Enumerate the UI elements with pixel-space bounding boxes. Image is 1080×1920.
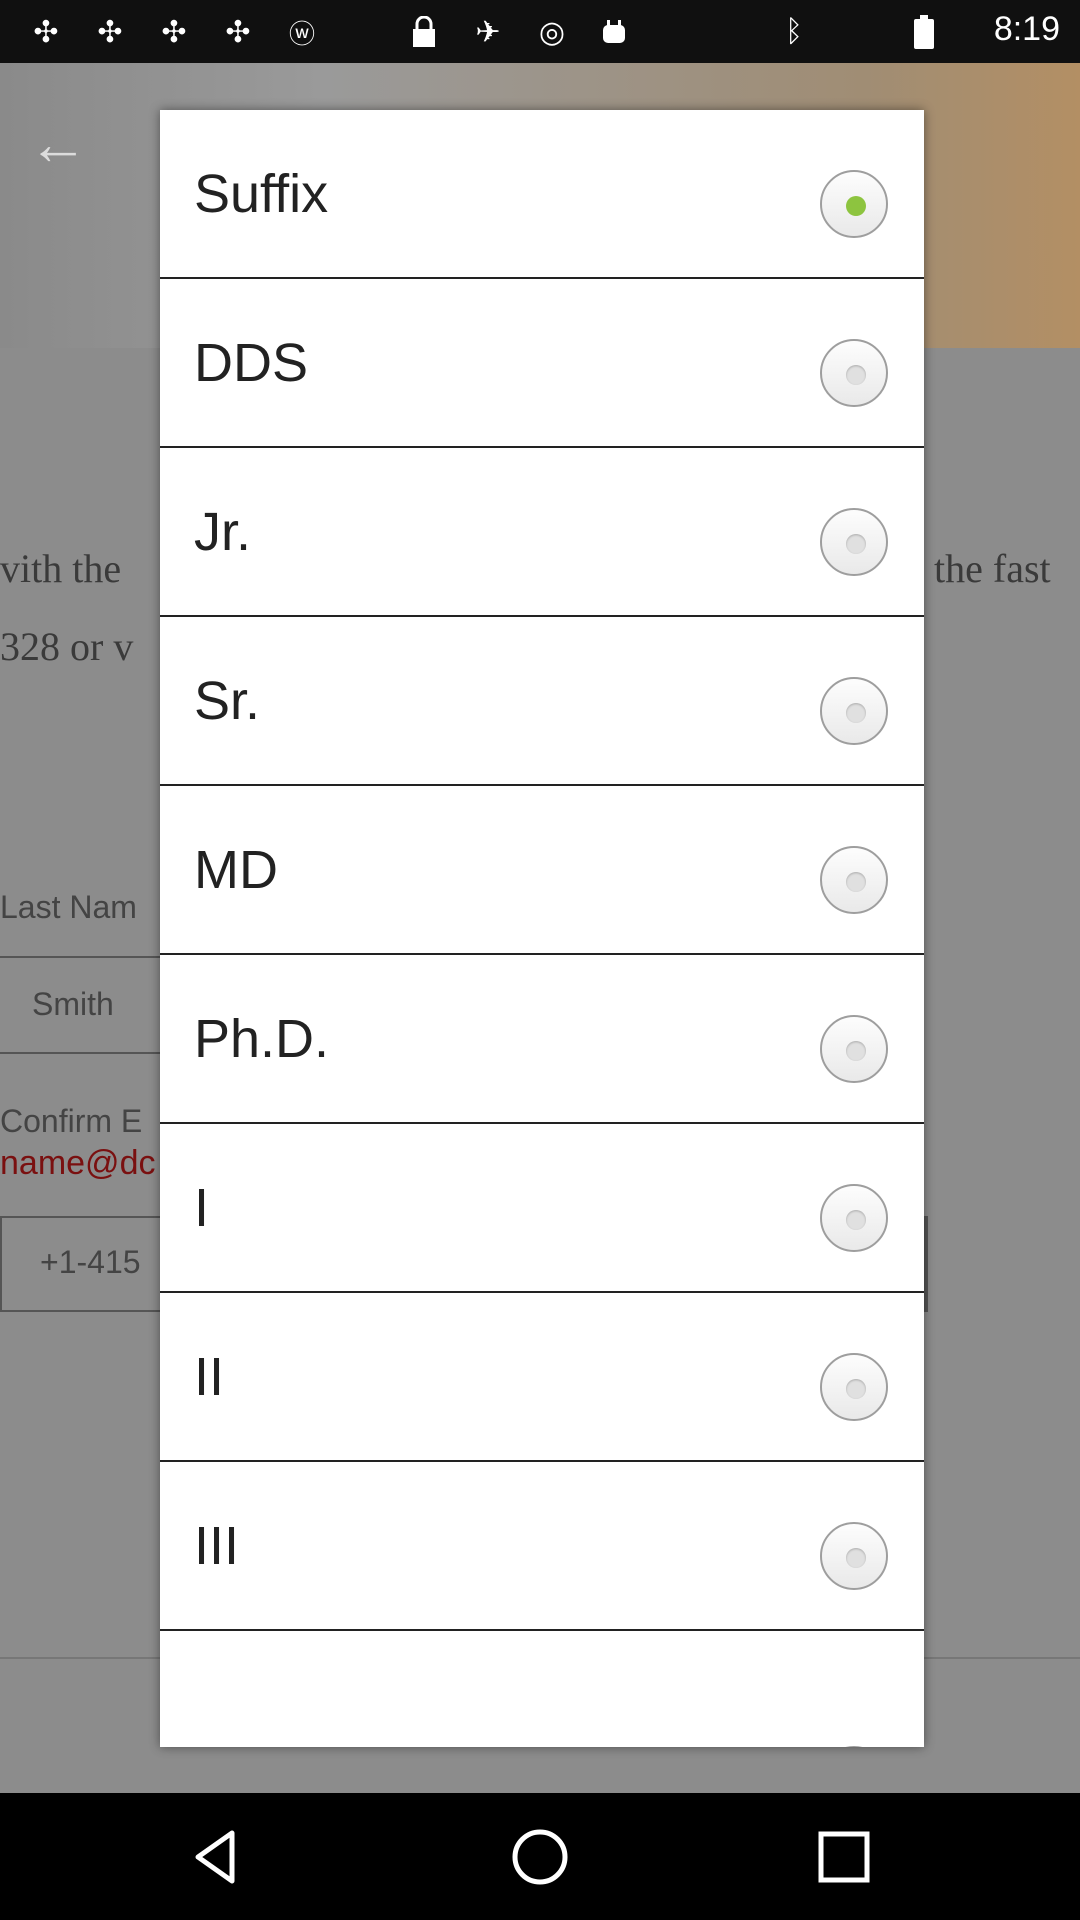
radio-button[interactable] xyxy=(820,677,888,745)
option-iii[interactable]: III xyxy=(160,1462,924,1631)
option-sr[interactable]: Sr. xyxy=(160,617,924,786)
email-hint: name@dc xyxy=(0,1144,156,1182)
background-text: 328 or v xyxy=(0,624,134,669)
last-name-field: Smith xyxy=(0,956,166,1054)
option-i[interactable]: I xyxy=(160,1124,924,1293)
satellite-icon: ✈ xyxy=(475,15,501,49)
fan-icon: ✣ xyxy=(161,15,187,49)
radio-button[interactable] xyxy=(820,1522,888,1590)
fan-icon: ✣ xyxy=(33,15,59,49)
option-suffix[interactable]: Suffix xyxy=(160,110,924,279)
option-label: DDS xyxy=(194,333,309,393)
back-icon[interactable] xyxy=(180,1821,252,1893)
radio-button[interactable] xyxy=(820,1353,888,1421)
status-bar: ✣ ✣ ✣ ✣ ⓦ ✈ ◎ ᛒ 8:19 xyxy=(0,0,1080,63)
option-md[interactable]: MD xyxy=(160,786,924,955)
option-label: Suffix xyxy=(194,164,329,224)
radio-button[interactable] xyxy=(820,508,888,576)
radio-button[interactable] xyxy=(820,1746,888,1747)
option-ii[interactable]: II xyxy=(160,1293,924,1462)
android-icon xyxy=(596,14,632,50)
radio-button[interactable] xyxy=(820,846,888,914)
status-time: 8:19 xyxy=(993,10,1060,48)
last-name-label: Last Nam xyxy=(0,889,137,925)
home-icon[interactable] xyxy=(504,1821,576,1893)
radio-button[interactable] xyxy=(820,1015,888,1083)
option-label: III xyxy=(194,1516,240,1576)
wordpress-icon: ⓦ xyxy=(288,18,315,49)
option-iv[interactable]: IV xyxy=(160,1631,924,1747)
background-text: the fast xyxy=(934,546,1051,591)
option-label: I xyxy=(194,1178,210,1238)
option-jr[interactable]: Jr. xyxy=(160,448,924,617)
phone-field: +1-415 xyxy=(0,1216,170,1312)
option-label: MD xyxy=(194,840,278,900)
lock-icon xyxy=(406,14,442,50)
option-phd[interactable]: Ph.D. xyxy=(160,955,924,1124)
back-arrow-icon: ← xyxy=(28,110,88,177)
option-dds[interactable]: DDS xyxy=(160,279,924,448)
battery-icon xyxy=(906,14,942,50)
option-label: IV xyxy=(194,1746,245,1747)
confirm-email-label: Confirm E xyxy=(0,1103,143,1139)
option-label: Jr. xyxy=(194,502,252,562)
radio-button-selected[interactable] xyxy=(820,170,888,238)
fan-icon: ✣ xyxy=(225,15,251,49)
option-label: Ph.D. xyxy=(194,1009,330,1069)
background-text: vith the xyxy=(0,546,122,591)
navigation-bar xyxy=(0,1793,1080,1920)
field-border xyxy=(924,1216,928,1312)
radio-button[interactable] xyxy=(820,1184,888,1252)
option-label: II xyxy=(194,1347,225,1407)
radio-button[interactable] xyxy=(820,339,888,407)
recents-icon[interactable] xyxy=(808,1821,880,1893)
fan-icon: ✣ xyxy=(97,15,123,49)
bluetooth-icon: ᛒ xyxy=(785,15,803,48)
circle-icon: ◎ xyxy=(538,15,566,49)
suffix-picker-dialog: Suffix DDS Jr. Sr. MD Ph.D. I II III IV xyxy=(160,110,924,1747)
option-label: Sr. xyxy=(194,671,261,731)
